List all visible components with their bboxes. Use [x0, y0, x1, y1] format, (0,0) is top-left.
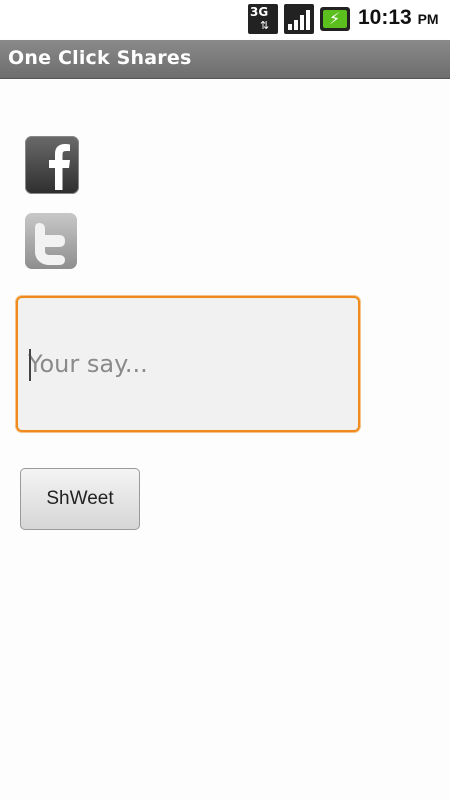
- clock-ampm: PM: [417, 11, 439, 27]
- facebook-icon: [49, 144, 70, 190]
- twitter-share-button[interactable]: [25, 213, 77, 269]
- network-type-label: 3G: [250, 5, 269, 19]
- compose-text-input[interactable]: [16, 296, 360, 432]
- signal-icon: [284, 4, 314, 34]
- facebook-share-button[interactable]: [25, 136, 79, 194]
- status-clock: 10:13 PM: [358, 6, 439, 30]
- data-activity-arrows: ⇅: [260, 19, 270, 32]
- battery-charging-icon: ⚡: [320, 7, 350, 31]
- status-bar: 3G ⇅ ⚡ 10:13 PM: [0, 0, 450, 38]
- shweet-button[interactable]: ShWeet: [20, 468, 140, 530]
- app-title: One Click Shares: [8, 47, 192, 69]
- app-screen: 3G ⇅ ⚡ 10:13 PM One Click Shares Your sa…: [0, 0, 450, 800]
- twitter-icon: [35, 223, 65, 265]
- clock-time: 10:13: [358, 6, 412, 29]
- network-3g-icon: 3G ⇅: [248, 4, 278, 34]
- app-title-bar: One Click Shares: [0, 40, 450, 79]
- text-cursor: [29, 349, 31, 381]
